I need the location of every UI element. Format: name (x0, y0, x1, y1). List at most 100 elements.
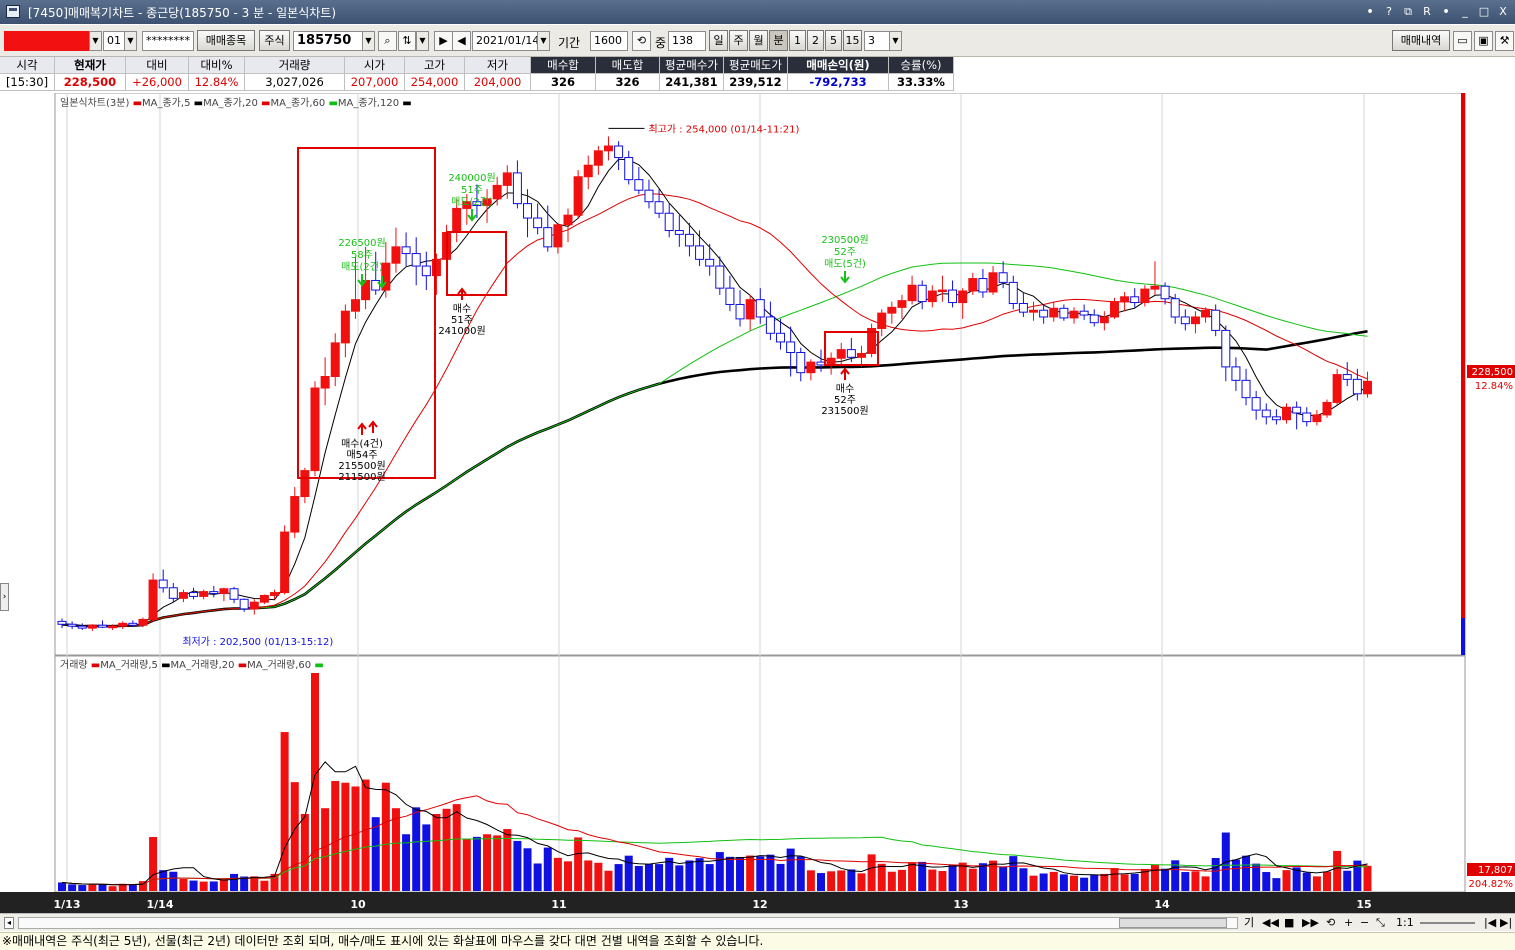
timeframe-1-button[interactable]: 1 (789, 30, 806, 51)
candle-body (270, 592, 280, 596)
timeframe-minute-button[interactable]: 분 (769, 30, 788, 51)
candle-body (1120, 296, 1130, 303)
timeframe-custom-input[interactable]: 3 (864, 31, 890, 51)
fast-forward-icon[interactable]: ▶▶ (1302, 916, 1319, 930)
date-dropdown-arrow[interactable]: ▼ (537, 31, 550, 51)
volume-bar (685, 860, 694, 891)
timeframe-5-button[interactable]: 5 (825, 30, 842, 51)
last-icon[interactable]: ▶| (1500, 916, 1512, 930)
buy-label: 매수 (453, 303, 471, 315)
chart-area[interactable]: 1/13 1/14 10 11 12 13 14 15 최고가 : 254,000 (01/14… (0, 93, 1515, 913)
timeframe-week-button[interactable]: 주 (729, 30, 748, 51)
candle-body (816, 361, 826, 366)
rewind-icon[interactable]: ◀◀ (1262, 916, 1279, 930)
save-icon[interactable]: ▣ (1474, 31, 1493, 51)
stop-icon[interactable]: ■ (1284, 916, 1294, 930)
volume-bar (280, 732, 289, 891)
candle-body (553, 224, 563, 248)
timeframe-2-button[interactable]: 2 (807, 30, 824, 51)
sort-dropdown-arrow[interactable]: ▼ (416, 31, 429, 51)
sort-icon[interactable]: ⇅ (398, 31, 416, 51)
volume-bar (391, 808, 400, 891)
legend-ma120: MA_종가,120 (337, 98, 400, 109)
search-icon[interactable]: ⌕ (378, 31, 397, 51)
volume-bar (928, 869, 937, 891)
panel-toggle-arrow[interactable]: › (0, 583, 9, 611)
buy-label: 215500원 (338, 460, 385, 472)
wrench-icon[interactable]: ⚒ (1495, 31, 1514, 51)
candle-body (1130, 296, 1140, 304)
restore-window-icon[interactable]: ⧉ (1400, 3, 1416, 20)
account-suffix-input[interactable]: 01 (103, 31, 125, 51)
legend-vol-ma5: MA_거래량,5 (100, 660, 158, 671)
candle-body (583, 164, 593, 178)
volume-bar (1333, 850, 1342, 891)
stock-code-dropdown-arrow[interactable]: ▼ (362, 31, 375, 51)
x-tick-label: 14 (1154, 898, 1170, 911)
header-change-pct: 대비% (189, 57, 245, 74)
market-select-button[interactable]: 주식 (259, 30, 290, 51)
volume-bar (938, 871, 947, 891)
x-tick-label: 1/13 (54, 898, 81, 911)
volume-bar (199, 881, 208, 891)
zoom-in-icon[interactable]: + (1344, 916, 1353, 930)
chart-scrollbar[interactable] (18, 917, 1238, 929)
volume-bar (189, 880, 198, 891)
count-input[interactable]: 138 (668, 31, 706, 51)
volume-bar (1039, 873, 1048, 891)
zoom-slider[interactable] (1420, 922, 1475, 924)
candle-body (350, 299, 360, 312)
prev-play-icon[interactable]: ◀ (452, 31, 471, 51)
volume-bar (533, 863, 542, 891)
account-dropdown-arrow[interactable]: ▼ (89, 31, 102, 51)
maximize-icon[interactable]: □ (1476, 3, 1492, 20)
volume-bar (897, 869, 906, 891)
minimize-icon[interactable]: _ (1457, 3, 1473, 20)
zoom-out-icon[interactable]: − (1360, 916, 1369, 930)
volume-bar (908, 862, 917, 891)
candle-body (1109, 301, 1119, 318)
folder-open-icon[interactable]: ▭ (1453, 31, 1472, 51)
fit-icon[interactable]: ⤡ (1376, 916, 1385, 930)
date-input[interactable]: 2021/01/14 (472, 31, 538, 51)
stock-code-input[interactable]: 185750 (293, 31, 363, 51)
header-current-price: 현재가 (55, 57, 126, 74)
account-suffix-dropdown-arrow[interactable]: ▼ (124, 31, 137, 51)
candle-body (937, 289, 947, 293)
refresh-icon[interactable]: R (1419, 3, 1435, 20)
trade-item-button[interactable]: 매매종목 (197, 30, 255, 51)
first-icon[interactable]: |◀ (1484, 916, 1496, 930)
candle-body (745, 299, 755, 320)
pin-icon[interactable]: ꔷ (1362, 3, 1378, 20)
candle-body (1292, 406, 1302, 414)
trade-history-button[interactable]: 매매내역 (1392, 30, 1450, 51)
settings-icon[interactable]: ꔷ (1438, 3, 1454, 20)
period-apply-icon[interactable]: ⟲ (632, 31, 651, 51)
reset-icon[interactable]: ⟲ (1326, 916, 1335, 930)
volume-bar (472, 836, 481, 891)
timeframe-15-button[interactable]: 15 (843, 30, 862, 51)
candlestick-and-volume-chart[interactable]: 1/13 1/14 10 11 12 13 14 15 최고가 : 254,000 (01/14… (0, 93, 1515, 913)
scroll-left-icon[interactable]: ◂ (4, 917, 14, 929)
candle-body (1302, 412, 1312, 423)
next-play-icon[interactable]: ▶ (434, 31, 453, 51)
timeframe-day-button[interactable]: 일 (709, 30, 728, 51)
volume-bar (442, 808, 451, 891)
volume-bar (847, 869, 856, 891)
header-avg-buy: 평균매수가 (660, 57, 724, 74)
candle-body (189, 592, 199, 597)
timeframe-month-button[interactable]: 월 (749, 30, 768, 51)
scrollbar-thumb[interactable] (1119, 918, 1227, 928)
candle-body (725, 287, 735, 305)
password-input[interactable]: ******** (142, 31, 194, 51)
x-tick-label: 12 (752, 898, 767, 911)
candle-body (806, 361, 816, 374)
period-input[interactable]: 1600 (590, 31, 628, 51)
timeframe-custom-dropdown-arrow[interactable]: ▼ (889, 31, 902, 51)
value-volume: 3,027,026 (245, 74, 345, 91)
volume-bar (58, 882, 66, 891)
account-number-input[interactable] (4, 31, 90, 51)
help-icon[interactable]: ? (1381, 3, 1397, 20)
low-label: 최저가 : 202,500 (01/13-15:12) (182, 636, 333, 648)
close-icon[interactable]: X (1495, 3, 1511, 20)
